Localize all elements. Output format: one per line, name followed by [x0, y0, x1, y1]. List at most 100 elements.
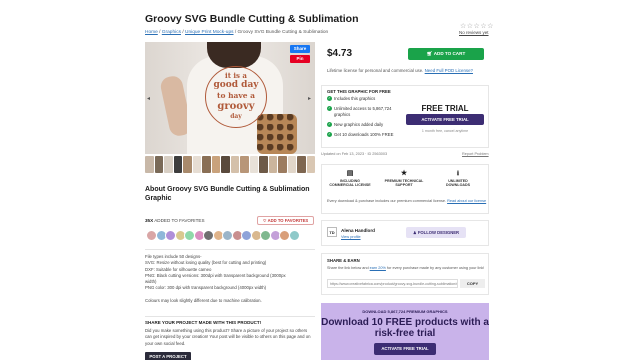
follow-designer-button[interactable]: ♟ FOLLOW DESIGNER [406, 227, 466, 238]
thumbnail[interactable] [173, 156, 182, 173]
thumbnail[interactable] [278, 156, 287, 173]
rating-stars[interactable]: ☆☆☆☆☆ [460, 22, 494, 30]
updated-info: Updated on Feb 13, 2023 · ID 2563003 [321, 152, 388, 156]
favorites-text: ADDED TO FAVORITES [154, 218, 205, 223]
thumbnail[interactable] [259, 156, 268, 173]
designer-logo[interactable]: TD [327, 227, 337, 237]
thumbnail[interactable] [306, 156, 315, 173]
favorites-number: 35X [145, 218, 154, 223]
share-project-text: Did you make something using this produc… [145, 328, 311, 346]
thumbnail[interactable] [192, 156, 201, 173]
add-to-favorites-button[interactable]: ♡ ADD TO FAVORITES [257, 216, 314, 225]
share-earn-heading: SHARE & EARN [327, 258, 360, 263]
thumbnail[interactable] [297, 156, 306, 173]
report-problem-link[interactable]: Report Problem [462, 152, 489, 156]
referral-link-field[interactable]: https://www.creativefabrica.com/product/… [327, 279, 458, 288]
post-project-button[interactable]: POST A PROJECT [145, 352, 191, 360]
thumbnail[interactable] [230, 156, 239, 173]
thumbnail[interactable] [154, 156, 163, 173]
description-line: Colours may look slightly different due … [145, 298, 262, 304]
thumbnail[interactable] [287, 156, 296, 173]
benefit-item: ✓ Unlimited access to 5,867,724 [327, 106, 392, 112]
thumbnail[interactable] [221, 156, 230, 173]
earn-text-rest: for every purchase made by any customer … [386, 266, 485, 270]
add-to-cart-label: ADD TO CART [433, 51, 466, 56]
benefit-item: ✓ New graphics added daily [327, 122, 384, 128]
promo-activate-trial-button[interactable]: ACTIVATE FREE TRIAL [374, 343, 436, 355]
product-description: File types include 50 designs- SVG: Resiz… [145, 254, 320, 304]
download-icon: ⭳ [456, 170, 460, 177]
benefit-label: Unlimited access to 5,867,724 [334, 106, 392, 111]
chevron-left-icon[interactable]: ◂ [147, 95, 150, 102]
read-license-link[interactable]: Read about our license [447, 199, 486, 203]
thumbnail[interactable] [249, 156, 258, 173]
license-note: Every download & purchase includes our p… [327, 199, 487, 204]
feature-label: PREMIUM TECHNICAL SUPPORT [384, 178, 424, 188]
image-leopard-bag [257, 114, 297, 154]
benefit-label: Includes this graphics [334, 96, 376, 101]
thumbnail[interactable] [211, 156, 220, 173]
breadcrumb: Home / Graphics / Unique Print Mock-ups … [145, 30, 328, 35]
view-profile-link[interactable]: View profile [341, 235, 361, 239]
breadcrumb-current: Groovy SVG Bundle Cutting & Sublimation [237, 30, 329, 35]
license-text: Lifetime license for personal and commer… [327, 68, 473, 73]
thumbnail[interactable] [268, 156, 277, 173]
thumbnail[interactable] [240, 156, 249, 173]
thumbnail[interactable] [164, 156, 173, 173]
about-heading: About Groovy SVG Bundle Cutting & Sublim… [145, 186, 310, 202]
thumbnail[interactable] [202, 156, 211, 173]
divider [145, 316, 315, 317]
share-project-heading: SHARE YOUR PROJECT MADE WITH THIS PRODUC… [145, 320, 262, 325]
feature-support: ★ PREMIUM TECHNICAL SUPPORT [382, 170, 426, 188]
avatar[interactable] [288, 230, 300, 241]
copy-button[interactable]: COPY [460, 279, 485, 288]
chevron-right-icon[interactable]: ▸ [308, 95, 311, 102]
trial-note: 1 month free, cancel anytime [421, 129, 469, 133]
favorites-count: 35X ADDED TO FAVORITES [145, 218, 205, 223]
license-description: Lifetime license for personal and commer… [327, 68, 424, 73]
favorites-avatars [146, 230, 300, 241]
image-print-text: it is a [225, 71, 247, 80]
document-icon: ▤ [346, 170, 354, 177]
designer-name[interactable]: Alena Handlord [341, 228, 375, 233]
benefit-item: ✓ Includes this graphics [327, 96, 376, 102]
pinterest-pin-button[interactable]: Pin [290, 55, 310, 63]
benefit-label: New graphics added daily [334, 122, 384, 127]
image-print-text: good day [213, 80, 259, 90]
page-title: Groovy SVG Bundle Cutting & Sublimation [145, 13, 359, 25]
breadcrumb-category[interactable]: Unique Print Mock-ups [185, 30, 234, 35]
benefit-item-cont: graphics [334, 112, 351, 117]
add-to-cart-button[interactable]: 🛒︎ ADD TO CART [408, 48, 484, 60]
check-icon: ✓ [327, 106, 332, 112]
image-print-text: to have a [217, 91, 255, 100]
promo-heading: Download 10 FREE products with a risk-fre… [321, 317, 489, 339]
image-print-text: groovy [217, 101, 255, 112]
promo-heading-line: Download 10 FREE products with a [321, 317, 489, 328]
check-icon: ✓ [327, 132, 332, 138]
reviews-link[interactable]: No reviews yet [459, 30, 489, 35]
pod-license-link[interactable]: Need Full POD License? [425, 68, 473, 73]
divider [145, 249, 315, 250]
image-print-text: day [230, 113, 242, 120]
price: $4.73 [327, 48, 353, 59]
thumbnail[interactable] [183, 156, 192, 173]
check-icon: ✓ [327, 122, 332, 128]
facebook-share-button[interactable]: Share [290, 45, 310, 53]
cart-icon: 🛒︎ [426, 51, 434, 56]
benefit-label: Get 10 downloads 100% FREE [334, 132, 394, 137]
feature-label: UNLIMITED DOWNLOADS [446, 178, 470, 188]
promo-heading-line: risk-free trial [374, 328, 436, 339]
earn-percent-link[interactable]: earn 20% [370, 266, 386, 270]
free-heading: GET THIS GRAPHIC FOR FREE [327, 89, 391, 94]
license-note-text: Every download & purchase includes our p… [327, 199, 447, 203]
activate-free-trial-button[interactable]: ACTIVATE FREE TRIAL [406, 114, 484, 125]
share-earn-text: Share the link below and earn 20% for ev… [327, 266, 485, 271]
earn-text-start: Share the link below and [327, 266, 369, 270]
feature-commercial-license: ▤ INCLUDING COMMERCIAL LICENSE [328, 170, 372, 188]
breadcrumb-graphics[interactable]: Graphics [162, 30, 181, 35]
breadcrumb-home[interactable]: Home [145, 30, 158, 35]
star-icon: ★ [400, 170, 408, 177]
check-icon: ✓ [327, 96, 332, 102]
thumbnail[interactable] [145, 156, 154, 173]
feature-label: INCLUDING COMMERCIAL LICENSE [329, 178, 371, 188]
